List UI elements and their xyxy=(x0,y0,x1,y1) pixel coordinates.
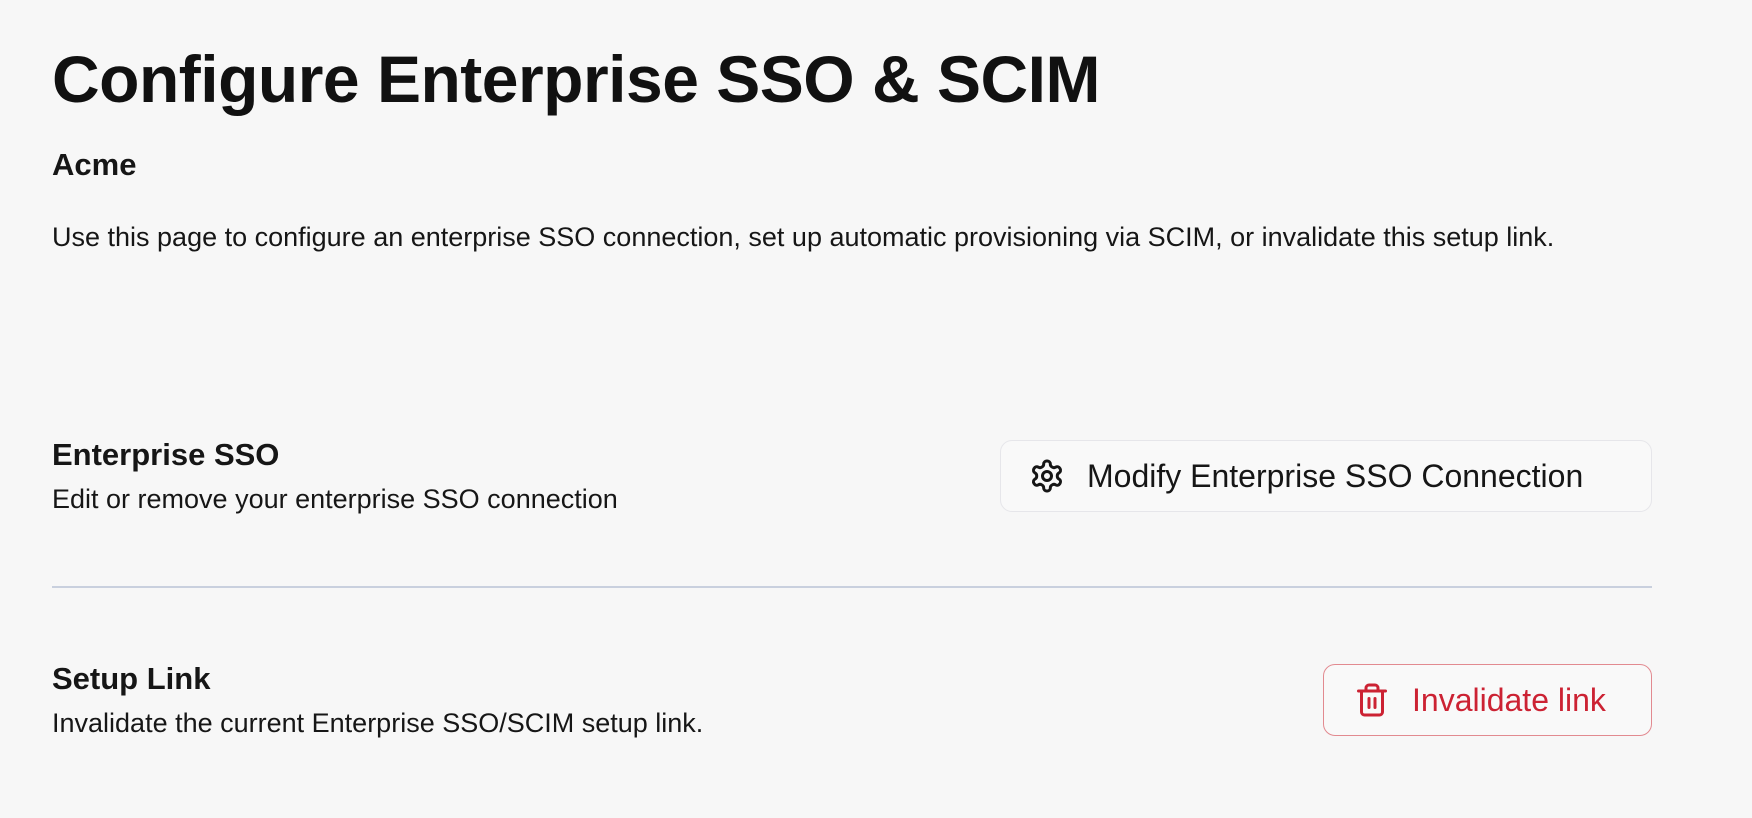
enterprise-sso-description: Edit or remove your enterprise SSO conne… xyxy=(52,484,618,514)
modify-sso-connection-label: Modify Enterprise SSO Connection xyxy=(1087,458,1584,494)
setup-link-title: Setup Link xyxy=(52,661,211,696)
intro-text: Use this page to configure an enterprise… xyxy=(52,222,1555,252)
invalidate-link-label: Invalidate link xyxy=(1412,682,1606,718)
gear-icon xyxy=(1029,458,1065,494)
trash-icon xyxy=(1354,682,1390,718)
enterprise-sso-title: Enterprise SSO xyxy=(52,437,280,472)
organization-name: Acme xyxy=(52,147,137,182)
sso-setup-page: Configure Enterprise SSO & SCIM Acme Use… xyxy=(0,0,1752,818)
enterprise-sso-section: Enterprise SSO Edit or remove your enter… xyxy=(52,432,1652,514)
modify-sso-connection-button[interactable]: Modify Enterprise SSO Connection xyxy=(1000,440,1652,512)
invalidate-link-button[interactable]: Invalidate link xyxy=(1323,664,1652,736)
setup-link-description: Invalidate the current Enterprise SSO/SC… xyxy=(52,708,704,738)
section-divider xyxy=(52,586,1652,588)
setup-link-section: Setup Link Invalidate the current Enterp… xyxy=(52,656,1652,738)
page-title: Configure Enterprise SSO & SCIM xyxy=(52,42,1100,116)
